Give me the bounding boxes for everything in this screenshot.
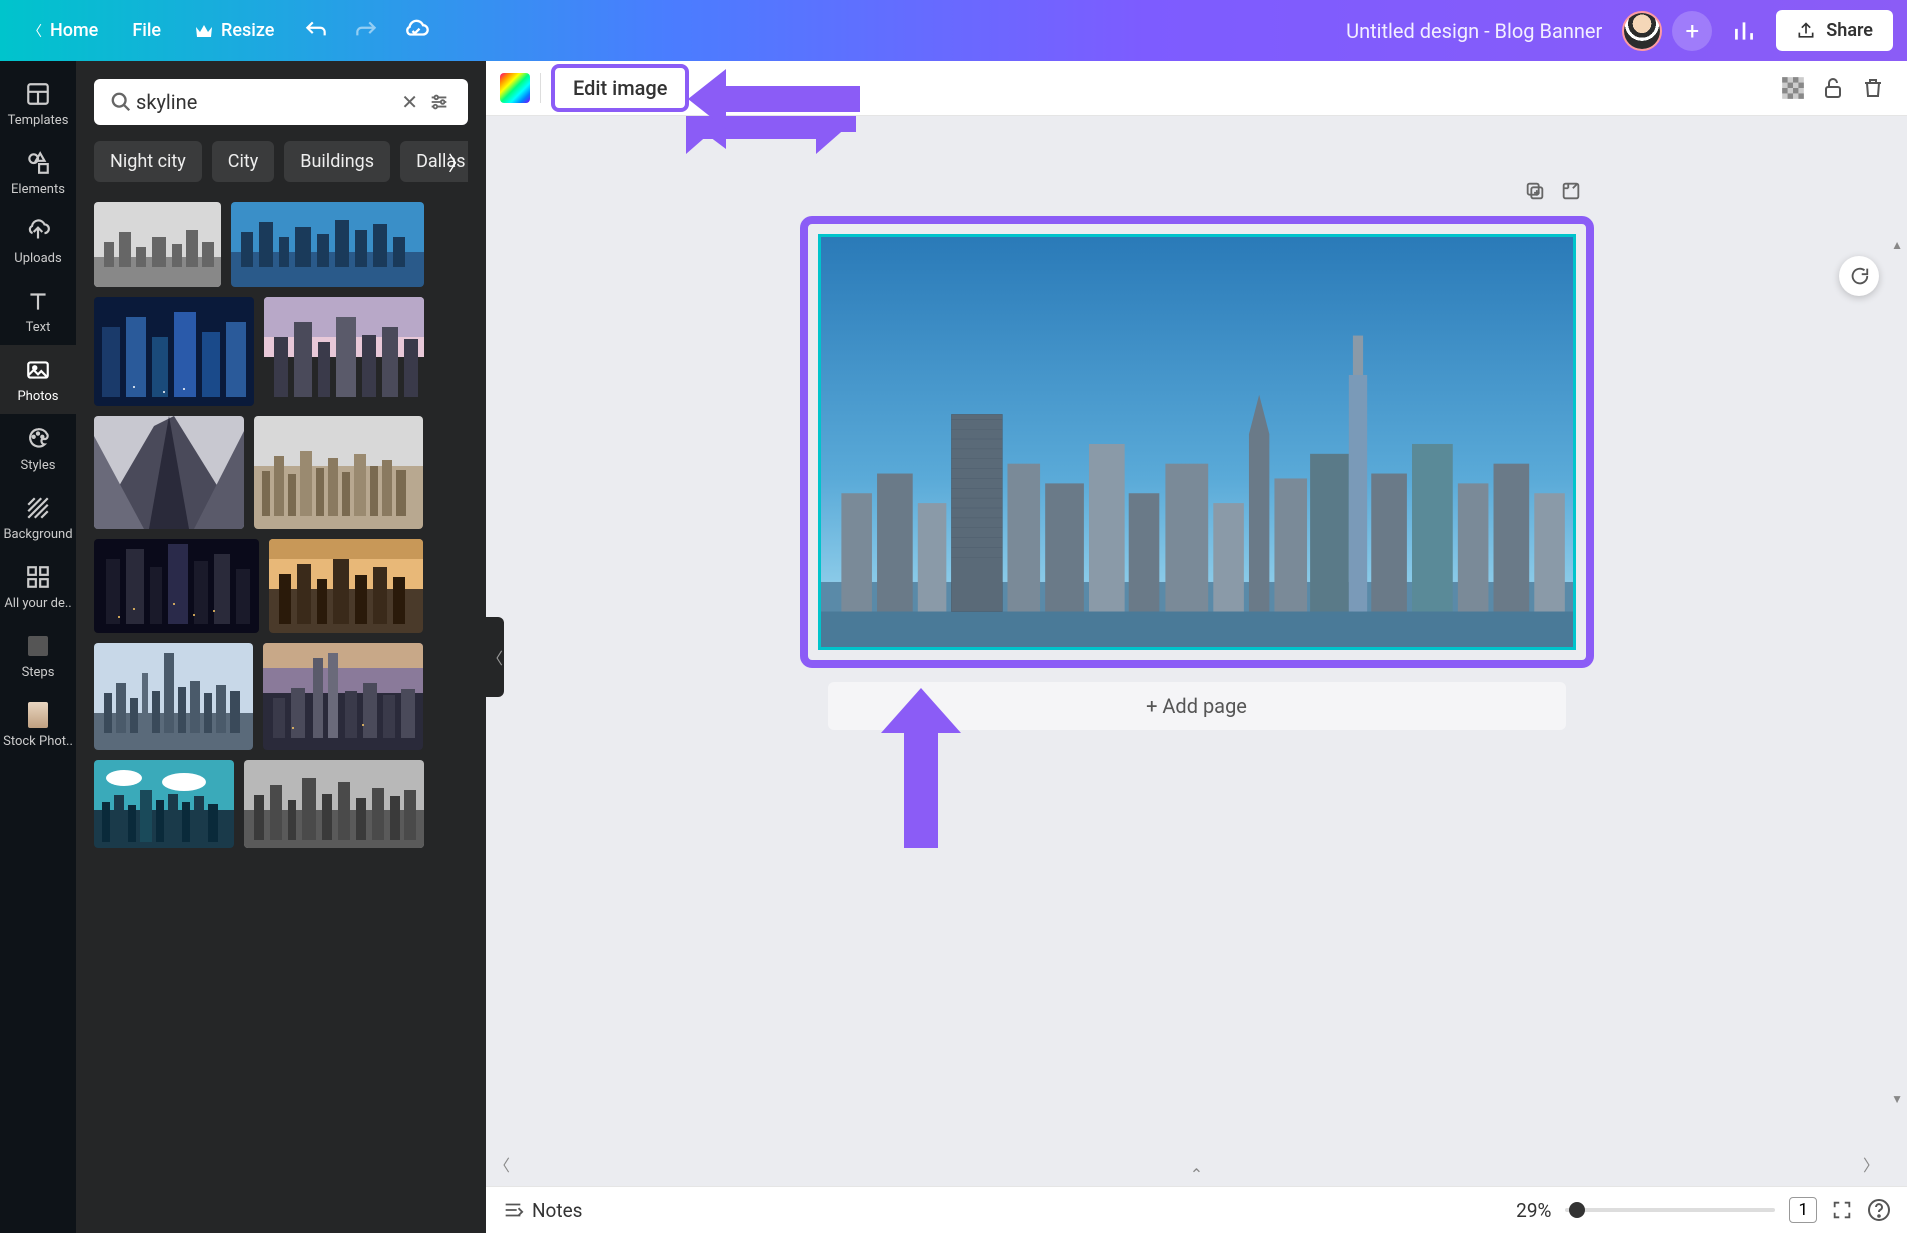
rail-uploads[interactable]: Uploads <box>0 207 76 276</box>
photo-thumb[interactable] <box>94 416 244 529</box>
header-left: 〈 Home File Resize <box>14 9 438 53</box>
photo-thumb[interactable] <box>94 539 259 633</box>
styles-icon <box>23 424 53 454</box>
canvas-area: + Add page ▲ ▼ 〈 〉 ⌃ <box>486 116 1907 1186</box>
background-icon <box>23 493 53 523</box>
selected-element-frame <box>800 216 1594 668</box>
insights-button[interactable] <box>1722 9 1766 53</box>
filter-button[interactable] <box>422 91 456 113</box>
chevron-left-icon: 〈 <box>28 21 42 41</box>
header-right: + Share <box>1622 9 1893 53</box>
skyline-image[interactable] <box>821 237 1573 647</box>
zoom-slider[interactable] <box>1565 1208 1775 1212</box>
design-page[interactable] <box>818 234 1576 650</box>
resize-label: Resize <box>221 20 274 41</box>
edit-image-button[interactable]: Edit image <box>551 64 689 112</box>
templates-icon <box>23 79 53 109</box>
clear-search-button[interactable]: ✕ <box>397 90 422 114</box>
zoom-level: 29% <box>1516 1199 1551 1222</box>
rail-styles[interactable]: Styles <box>0 414 76 483</box>
photos-panel: ✕ Night city City Buildings Dallas 〉 <box>76 61 486 1233</box>
elements-icon <box>23 148 53 178</box>
page-up-caret[interactable]: ⌃ <box>1190 1165 1203 1184</box>
stock-photos-icon <box>23 700 53 730</box>
page-action-icons <box>1524 180 1582 202</box>
photo-results-grid <box>94 202 468 848</box>
scroll-up-icon[interactable]: ▲ <box>1891 238 1903 252</box>
text-icon <box>23 286 53 316</box>
photo-thumb[interactable] <box>94 760 234 848</box>
bottom-bar: Notes 29% 1 <box>486 1186 1907 1233</box>
rail-steps[interactable]: Steps <box>0 621 76 690</box>
canvas-wrap: + Add page <box>800 216 1594 730</box>
rail-photos[interactable]: Photos <box>0 345 76 414</box>
notes-label: Notes <box>532 1199 583 1222</box>
photo-thumb[interactable] <box>264 297 424 406</box>
fullscreen-button[interactable] <box>1831 1199 1853 1221</box>
collapse-panel-button[interactable]: 〈 <box>486 617 504 697</box>
file-label: File <box>132 20 161 41</box>
cloud-sync-icon[interactable] <box>394 9 438 53</box>
zoom-slider-handle[interactable] <box>1569 1202 1585 1218</box>
search-input[interactable] <box>136 90 397 114</box>
tag-night-city[interactable]: Night city <box>94 141 202 182</box>
uploads-icon <box>23 217 53 247</box>
color-picker-button[interactable] <box>500 73 530 103</box>
rail-background[interactable]: Background <box>0 483 76 552</box>
photo-thumb[interactable] <box>254 416 423 529</box>
notes-button[interactable]: Notes <box>502 1199 583 1222</box>
lock-button[interactable] <box>1813 68 1853 108</box>
share-label: Share <box>1826 20 1873 41</box>
search-box: ✕ <box>94 79 468 125</box>
scroll-right-button[interactable]: 〉 <box>1863 1152 1879 1176</box>
comment-button[interactable] <box>1839 256 1879 296</box>
steps-icon <box>23 631 53 661</box>
tag-row: Night city City Buildings Dallas 〉 <box>94 141 468 182</box>
top-header: 〈 Home File Resize Untitled design - Blo… <box>0 0 1907 61</box>
file-menu[interactable]: File <box>118 12 175 49</box>
rail-elements[interactable]: Elements <box>0 138 76 207</box>
document-title[interactable]: Untitled design - Blog Banner <box>438 19 1622 43</box>
annotation-arrow-up <box>876 688 966 848</box>
photo-thumb[interactable] <box>263 643 423 750</box>
share-button[interactable]: Share <box>1776 10 1893 51</box>
annotation-arrow-left <box>688 66 860 132</box>
transparency-button[interactable] <box>1773 68 1813 108</box>
rail-stock-photos[interactable]: Stock Phot.. <box>0 690 76 759</box>
undo-button[interactable] <box>294 9 338 53</box>
page-count-button[interactable]: 1 <box>1789 1197 1817 1223</box>
tag-city[interactable]: City <box>212 141 275 182</box>
photo-thumb[interactable] <box>94 643 253 750</box>
tag-buildings[interactable]: Buildings <box>284 141 390 182</box>
redo-button[interactable] <box>344 9 388 53</box>
divider <box>540 73 541 103</box>
tags-scroll-right[interactable]: 〉 <box>448 147 468 176</box>
delete-button[interactable] <box>1853 68 1893 108</box>
duplicate-page-button[interactable] <box>1524 180 1546 202</box>
left-nav-rail: Templates Elements Uploads Text Photos S… <box>0 61 76 1233</box>
add-member-button[interactable]: + <box>1672 11 1712 51</box>
crown-icon <box>195 24 213 38</box>
help-button[interactable] <box>1867 1198 1891 1222</box>
expand-page-button[interactable] <box>1560 180 1582 202</box>
photo-thumb[interactable] <box>94 297 254 406</box>
rail-templates[interactable]: Templates <box>0 69 76 138</box>
search-icon <box>106 91 136 113</box>
home-button[interactable]: 〈 Home <box>14 12 112 49</box>
user-avatar[interactable] <box>1622 11 1662 51</box>
home-label: Home <box>50 20 98 41</box>
photo-thumb[interactable] <box>94 202 221 287</box>
rail-text[interactable]: Text <box>0 276 76 345</box>
photo-thumb[interactable] <box>231 202 424 287</box>
scroll-left-button[interactable]: 〈 <box>494 1152 510 1176</box>
scroll-down-icon[interactable]: ▼ <box>1891 1092 1903 1106</box>
photo-thumb[interactable] <box>244 760 424 848</box>
grid-icon <box>23 562 53 592</box>
photos-icon <box>23 355 53 385</box>
photo-thumb[interactable] <box>269 539 423 633</box>
rail-all-designs[interactable]: All your de.. <box>0 552 76 621</box>
resize-menu[interactable]: Resize <box>181 12 288 49</box>
